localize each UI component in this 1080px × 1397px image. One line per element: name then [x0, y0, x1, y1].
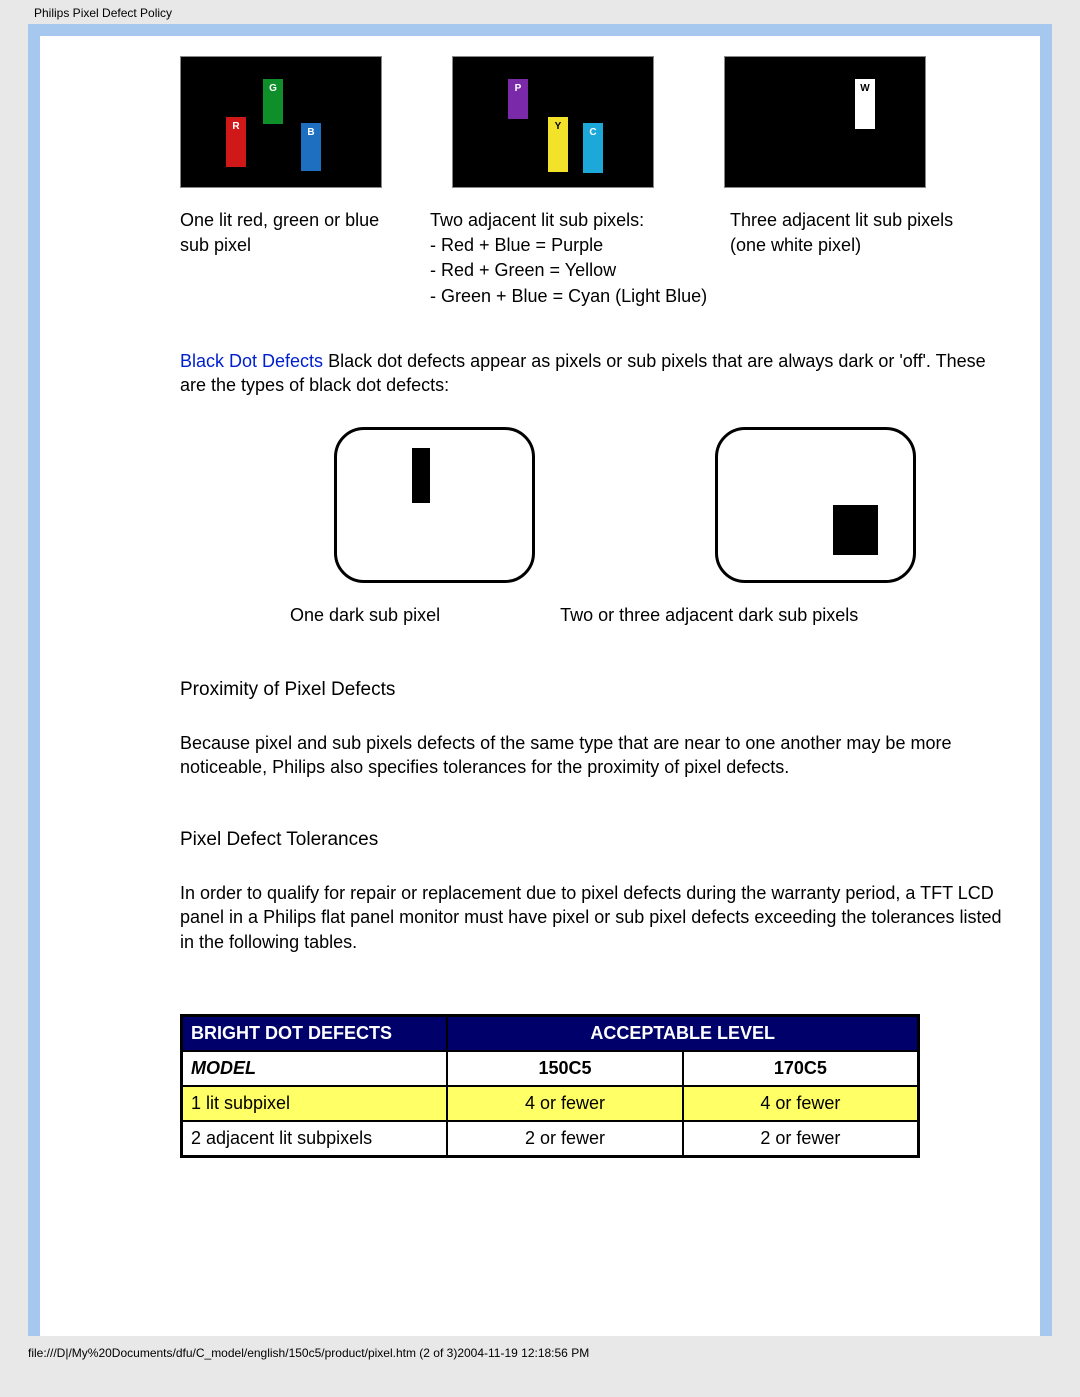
defects-table-wrap: BRIGHT DOT DEFECTS ACCEPTABLE LEVEL MODE…	[180, 1014, 1010, 1158]
tolerances-desc: In order to qualify for repair or replac…	[180, 881, 1010, 954]
panel-multi-dark	[715, 427, 916, 583]
caption-three-adjacent: Three adjacent lit sub pixels (one white…	[730, 208, 980, 309]
td-model-2: 170C5	[683, 1051, 919, 1086]
bar-yellow: Y	[548, 117, 568, 172]
panel-one-dark	[334, 427, 535, 583]
dark-dot-panels-row	[240, 427, 1010, 583]
bar-blue: B	[301, 123, 321, 171]
bright-dot-captions: One lit red, green or blue sub pixel Two…	[180, 208, 1010, 309]
content-area: R G B P Y C W One lit red, green or	[40, 36, 1040, 1336]
bar-cyan: C	[583, 123, 603, 173]
td-label: 2 adjacent lit subpixels	[182, 1121, 448, 1157]
td-v1: 4 or fewer	[447, 1086, 682, 1121]
th-acceptable: ACCEPTABLE LEVEL	[447, 1016, 918, 1052]
table-row: 2 adjacent lit subpixels 2 or fewer 2 or…	[182, 1121, 919, 1157]
page-header-title: Philips Pixel Defect Policy	[0, 0, 1080, 24]
bright-dot-panels-row: R G B P Y C W	[180, 56, 1010, 188]
defects-table: BRIGHT DOT DEFECTS ACCEPTABLE LEVEL MODE…	[180, 1014, 920, 1158]
dark-pixel-block	[833, 505, 878, 555]
bar-white: W	[855, 79, 875, 129]
caption-multi-dark: Two or three adjacent dark sub pixels	[560, 603, 858, 628]
caption-one-lit: One lit red, green or blue sub pixel	[180, 208, 410, 309]
td-v2: 2 or fewer	[683, 1121, 919, 1157]
table-row: 1 lit subpixel 4 or fewer 4 or fewer	[182, 1086, 919, 1121]
td-model-1: 150C5	[447, 1051, 682, 1086]
th-bright-dot: BRIGHT DOT DEFECTS	[182, 1016, 448, 1052]
panel-pyc: P Y C	[452, 56, 654, 188]
footer-path: file:///D|/My%20Documents/dfu/C_model/en…	[0, 1336, 1080, 1370]
dark-dot-captions: One dark sub pixel Two or three adjacent…	[290, 603, 1010, 628]
td-model-label: MODEL	[182, 1051, 448, 1086]
table-header-row: BRIGHT DOT DEFECTS ACCEPTABLE LEVEL	[182, 1016, 919, 1052]
black-dot-link[interactable]: Black Dot Defects	[180, 351, 323, 371]
bar-purple: P	[508, 79, 528, 119]
inner-content: R G B P Y C W One lit red, green or	[180, 56, 1010, 1158]
panel-white: W	[724, 56, 926, 188]
panel-rgb: R G B	[180, 56, 382, 188]
black-dot-paragraph: Black Dot Defects Black dot defects appe…	[180, 349, 1010, 398]
bar-green: G	[263, 79, 283, 124]
td-v1: 2 or fewer	[447, 1121, 682, 1157]
caption-one-dark: One dark sub pixel	[290, 603, 440, 628]
proximity-heading: Proximity of Pixel Defects	[180, 679, 1010, 701]
td-v2: 4 or fewer	[683, 1086, 919, 1121]
tolerances-heading: Pixel Defect Tolerances	[180, 829, 1010, 851]
table-model-row: MODEL 150C5 170C5	[182, 1051, 919, 1086]
td-label: 1 lit subpixel	[182, 1086, 448, 1121]
caption-two-adjacent: Two adjacent lit sub pixels: - Red + Blu…	[430, 208, 710, 309]
dark-pixel-single	[412, 448, 430, 503]
blue-frame: R G B P Y C W One lit red, green or	[28, 24, 1052, 1336]
bar-red: R	[226, 117, 246, 167]
proximity-desc: Because pixel and sub pixels defects of …	[180, 731, 1010, 780]
page: Philips Pixel Defect Policy R G B P Y C	[0, 0, 1080, 1370]
